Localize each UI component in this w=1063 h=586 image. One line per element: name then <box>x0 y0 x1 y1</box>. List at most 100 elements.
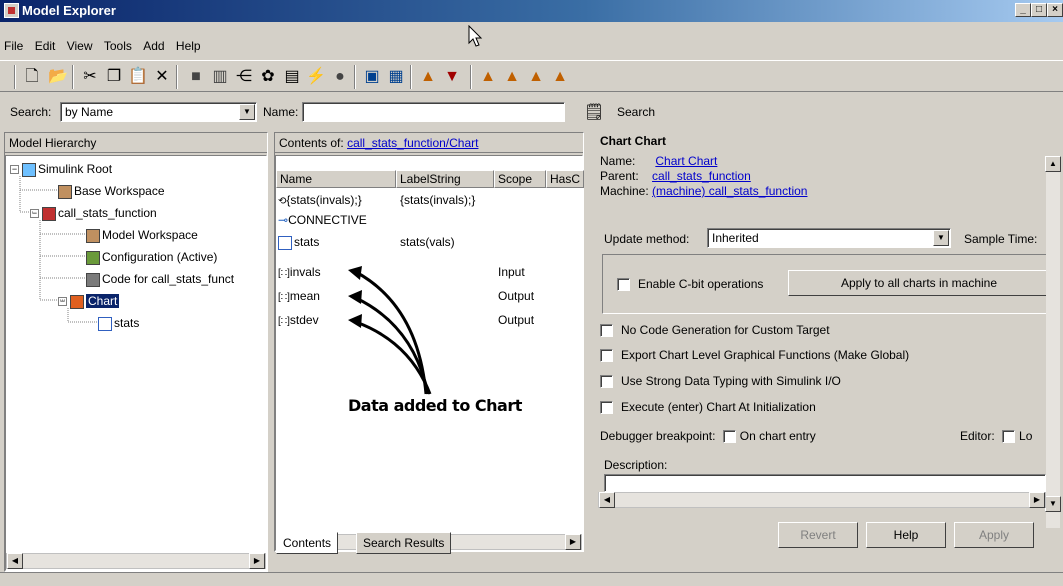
scroll-left-icon[interactable]: ◀ <box>7 553 23 569</box>
close-button[interactable]: × <box>1047 3 1063 17</box>
paste-icon[interactable]: 📋 <box>128 67 148 87</box>
table-row[interactable]: [∷]stdev <box>278 310 319 330</box>
description-field[interactable] <box>604 474 1046 492</box>
matlab-icon-5[interactable]: ▲ <box>550 67 570 87</box>
tab-contents[interactable]: Contents <box>276 532 339 554</box>
table-row[interactable]: stats <box>278 232 319 252</box>
scroll-right-icon[interactable]: ▶ <box>565 534 581 550</box>
new-icon[interactable]: 🗋 <box>22 67 42 87</box>
col-hasc[interactable]: HasC <box>546 170 584 188</box>
app-icon <box>4 3 19 18</box>
block-icon[interactable]: ■ <box>186 67 206 87</box>
update-method-value: Inherited <box>712 231 759 245</box>
sample-time-label: Sample Time: <box>964 232 1038 246</box>
title-bar: Model Explorer _ □ × <box>0 0 1063 22</box>
target-icon[interactable]: ● <box>330 67 350 87</box>
show-details-icon[interactable]: ▣ <box>362 67 382 87</box>
hierarchy-hscrollbar[interactable]: ◀ ▶ <box>6 553 266 569</box>
name-label: Name: <box>600 154 636 168</box>
config-icon[interactable]: ✿ <box>258 67 278 87</box>
chart-name-link[interactable]: Chart Chart <box>655 154 717 168</box>
row-label: stats(vals) <box>400 235 455 249</box>
subsystem-icon[interactable]: ▥ <box>210 67 230 87</box>
matlab-icon-3[interactable]: ▲ <box>502 67 522 87</box>
dialog-hscrollbar[interactable]: ◀ ▶ <box>598 492 1046 508</box>
chevron-down-icon[interactable]: ▼ <box>933 230 949 246</box>
no-codegen-checkbox[interactable]: No Code Generation for Custom Target <box>600 323 830 338</box>
scroll-down-icon[interactable]: ▼ <box>1045 496 1061 512</box>
dialog-title: Chart Chart <box>600 134 667 148</box>
function-icon <box>278 235 292 250</box>
editor-label: Editor: <box>960 429 995 443</box>
execute-init-checkbox[interactable]: Execute (enter) Chart At Initialization <box>600 400 816 415</box>
revert-button[interactable]: Revert <box>778 522 858 548</box>
menu-file[interactable]: File <box>4 36 23 56</box>
name-input[interactable] <box>302 102 565 122</box>
col-name[interactable]: Name <box>276 170 396 188</box>
col-scope[interactable]: Scope <box>494 170 546 188</box>
cbit-checkbox[interactable]: Enable C-bit operations <box>617 277 763 292</box>
table-row[interactable]: ⊸CONNECTIVE <box>278 210 367 230</box>
event-icon[interactable]: ⚡ <box>306 67 326 87</box>
strong-typing-checkbox[interactable]: Use Strong Data Typing with Simulink I/O <box>600 374 841 389</box>
debugger-label: Debugger breakpoint: <box>600 429 716 443</box>
menu-view[interactable]: View <box>67 36 93 56</box>
matlab-icon[interactable]: ▲ <box>418 67 438 87</box>
connect-icon[interactable]: ⋲ <box>234 67 254 87</box>
matlab-icon-2[interactable]: ▲ <box>478 67 498 87</box>
table-row[interactable]: [∷]invals <box>278 262 321 282</box>
scroll-left-icon[interactable]: ◀ <box>599 492 615 508</box>
menu-tools[interactable]: Tools <box>104 36 132 56</box>
export-functions-checkbox[interactable]: Export Chart Level Graphical Functions (… <box>600 348 909 363</box>
machine-link[interactable]: (machine) call_stats_function <box>652 184 807 198</box>
editor-row: Editor: Lo <box>960 429 1032 444</box>
copy-icon[interactable]: ❐ <box>104 67 124 87</box>
table-row[interactable]: [∷]mean <box>278 286 320 306</box>
matlab-icon-4[interactable]: ▲ <box>526 67 546 87</box>
apply-all-charts-button[interactable]: Apply to all charts in machine <box>788 270 1050 296</box>
menu-help[interactable]: Help <box>176 36 201 56</box>
search-bar: Search: by Name ▼ Name: 🗒 Search <box>0 98 1063 128</box>
search-label: Search: <box>10 105 52 119</box>
col-labelstring[interactable]: LabelString <box>396 170 494 188</box>
update-method-dropdown[interactable]: Inherited ▼ <box>707 228 951 248</box>
dialog-panel: Chart Chart Name: Chart Chart Parent: ca… <box>594 132 1061 578</box>
machine-label: Machine: <box>600 184 649 198</box>
contents-path-link[interactable]: call_stats_function/Chart <box>347 136 478 150</box>
delete-icon[interactable]: ✕ <box>152 67 172 87</box>
open-icon[interactable]: 📂 <box>48 67 68 87</box>
tab-search-results[interactable]: Search Results <box>356 532 452 554</box>
data-icon: [∷] <box>278 292 290 303</box>
name-label: Name: <box>263 105 299 119</box>
minimize-button[interactable]: _ <box>1015 3 1031 17</box>
model-hierarchy-panel: Model Hierarchy − Simulink Root Base Work… <box>4 132 268 572</box>
on-chart-entry-checkbox[interactable]: On chart entry <box>719 429 816 444</box>
scroll-right-icon[interactable]: ▶ <box>1029 492 1045 508</box>
help-button[interactable]: Help <box>866 522 946 548</box>
contents-panel: Contents of: call_stats_function/Chart N… <box>274 132 584 552</box>
menu-edit[interactable]: Edit <box>35 36 56 56</box>
scroll-up-icon[interactable]: ▲ <box>1045 156 1061 172</box>
scroll-right-icon[interactable]: ▶ <box>249 553 265 569</box>
apply-button[interactable]: Apply <box>954 522 1034 548</box>
maximize-button[interactable]: □ <box>1031 3 1047 17</box>
parent-link[interactable]: call_stats_function <box>652 169 751 183</box>
description-label: Description: <box>604 458 668 472</box>
search-icon[interactable]: 🗒 <box>584 102 604 122</box>
toolbar: 🗋 📂 ✂ ❐ 📋 ✕ ■ ▥ ⋲ ✿ ▤ ⚡ ● ▣ ▦ ▲ ▼ ▲ ▲ ▲ … <box>0 60 1063 92</box>
search-button[interactable]: Search <box>617 105 655 119</box>
editor-lock-checkbox[interactable]: Lo <box>998 429 1032 444</box>
chevron-down-icon[interactable]: ▼ <box>239 104 255 120</box>
dialog-vscrollbar[interactable]: ▲ ▼ <box>1045 156 1061 528</box>
data-icon[interactable]: ▤ <box>282 67 302 87</box>
search-by-dropdown[interactable]: by Name ▼ <box>60 102 257 122</box>
menu-add[interactable]: Add <box>143 36 164 56</box>
data-icon: [∷] <box>278 268 290 279</box>
debugger-row: Debugger breakpoint: On chart entry <box>600 429 816 444</box>
table-row[interactable]: ⟲{stats(invals);} <box>278 190 362 210</box>
cut-icon[interactable]: ✂ <box>80 67 100 87</box>
search-by-value: by Name <box>65 105 114 119</box>
bookmark-icon[interactable]: ▼ <box>442 67 462 87</box>
show-dialog-icon[interactable]: ▦ <box>386 67 406 87</box>
contents-header: Contents of: call_stats_function/Chart <box>275 133 583 153</box>
